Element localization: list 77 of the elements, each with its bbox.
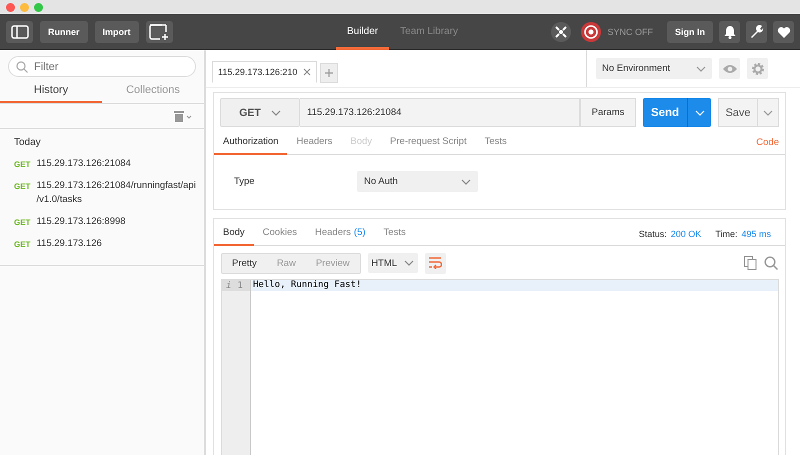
chevron-icon bbox=[696, 66, 706, 72]
send-button[interactable]: Send bbox=[643, 98, 687, 127]
environment-dropdown[interactable]: No Environment bbox=[596, 58, 712, 79]
sync-status: SYNC OFF bbox=[607, 26, 653, 36]
copy-icon[interactable] bbox=[744, 256, 757, 270]
request-tab[interactable]: Headers bbox=[287, 130, 342, 154]
manage-environments-button[interactable] bbox=[747, 58, 768, 79]
params-button[interactable]: Params bbox=[580, 98, 636, 127]
history-item[interactable]: 115.29.173.126:8998 bbox=[36, 215, 196, 229]
close-button[interactable] bbox=[6, 2, 15, 12]
wrap-lines-button[interactable] bbox=[424, 252, 446, 274]
response-tab[interactable]: Headers (5) bbox=[306, 222, 375, 246]
line-number: 1 bbox=[237, 280, 243, 290]
response-tab[interactable]: Cookies bbox=[254, 222, 306, 246]
plus-icon bbox=[325, 69, 334, 77]
wrap-icon bbox=[428, 257, 442, 269]
sync-icon[interactable] bbox=[581, 22, 602, 42]
response-tab[interactable]: Body bbox=[214, 222, 254, 246]
view-environment-button[interactable] bbox=[719, 58, 740, 79]
view-mode-button[interactable]: Pretty bbox=[222, 254, 267, 272]
heart-icon bbox=[776, 26, 790, 38]
field-label: Type bbox=[234, 176, 256, 187]
method-label: GET bbox=[14, 160, 30, 169]
send-options-button[interactable] bbox=[687, 98, 711, 127]
chevron-icon bbox=[763, 110, 773, 116]
method-label: GET bbox=[14, 240, 30, 249]
filter-field[interactable]: Filter bbox=[8, 56, 196, 77]
close-icon[interactable] bbox=[303, 68, 312, 76]
request-tab[interactable]: 115.29.173.126:210 bbox=[212, 61, 318, 83]
bell-icon bbox=[724, 24, 736, 38]
request-tab[interactable]: Authorization bbox=[214, 130, 288, 154]
favorite-button[interactable] bbox=[773, 20, 794, 42]
wrench-icon bbox=[750, 24, 764, 38]
save-button[interactable]: Save bbox=[718, 98, 758, 127]
method-label: GET bbox=[14, 218, 30, 227]
chevron-icon bbox=[461, 178, 471, 184]
tab-title: 115.29.173.126:210 bbox=[218, 67, 298, 77]
settings-button[interactable] bbox=[746, 20, 767, 42]
response-tab[interactable]: Tests bbox=[374, 222, 415, 246]
toolbar-button[interactable]: Import bbox=[94, 20, 138, 42]
eye-icon bbox=[722, 64, 738, 74]
time-label: Time: bbox=[715, 228, 738, 238]
new-window-icon bbox=[149, 24, 169, 40]
search-icon[interactable] bbox=[764, 256, 778, 270]
search-icon bbox=[16, 61, 28, 73]
auth-type-dropdown[interactable]: No Auth bbox=[357, 171, 478, 192]
chevron-icon bbox=[694, 110, 704, 116]
status-value: 200 OK bbox=[670, 228, 702, 238]
sidebar-toggle-button[interactable] bbox=[6, 20, 33, 42]
url-field[interactable]: 115.29.173.126:21084 bbox=[300, 98, 580, 127]
method-dropdown[interactable]: GET bbox=[220, 98, 300, 127]
method-label: GET bbox=[14, 182, 30, 191]
crosshair-icon bbox=[554, 24, 568, 38]
chevron-icon bbox=[404, 260, 414, 266]
new-window-button[interactable] bbox=[146, 20, 172, 42]
request-tab[interactable]: Pre-request Script bbox=[381, 130, 476, 154]
gear-icon bbox=[750, 62, 764, 76]
time-value: 495 ms bbox=[741, 228, 771, 238]
chevron-icon bbox=[270, 110, 281, 116]
capture-button[interactable] bbox=[551, 22, 572, 42]
zoom-button[interactable] bbox=[34, 2, 43, 12]
new-tab-button[interactable] bbox=[320, 63, 338, 83]
history-item[interactable]: 115.29.173.126:21084/runningfast/api/v1.0/tasks bbox=[36, 179, 196, 207]
sign-in-button[interactable]: Sign In bbox=[667, 20, 713, 42]
format-dropdown[interactable]: HTML bbox=[368, 253, 418, 273]
trash-icon[interactable] bbox=[174, 110, 194, 122]
info-marker: i bbox=[226, 280, 232, 290]
group-heading: Today bbox=[14, 137, 42, 148]
status-label: Status: bbox=[638, 228, 667, 238]
sidebar-tab[interactable]: History bbox=[0, 80, 102, 103]
sidebar-icon bbox=[10, 24, 28, 38]
notifications-button[interactable] bbox=[719, 20, 740, 42]
request-tab[interactable]: Tests bbox=[476, 130, 516, 154]
save-options-button[interactable] bbox=[758, 98, 779, 127]
toolbar-button[interactable]: Runner bbox=[40, 20, 88, 42]
history-item[interactable]: 115.29.173.126 bbox=[36, 237, 196, 251]
history-item[interactable]: 115.29.173.126:21084 bbox=[36, 157, 196, 171]
